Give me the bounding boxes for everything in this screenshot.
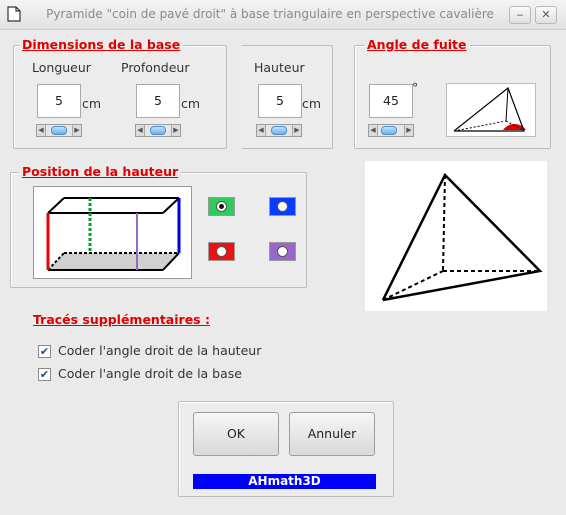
angle-slider[interactable]: ◀ ▶ [368,124,414,137]
angle-title: Angle de fuite [364,37,470,52]
minimize-button[interactable]: ‒ [509,6,531,24]
slider-left-arrow-icon[interactable]: ◀ [369,125,378,136]
window-title: Pyramide "coin de pavé droit" à base tri… [46,7,494,21]
longueur-input[interactable]: 5 [37,84,81,118]
slider-knob[interactable] [150,126,166,135]
close-button[interactable]: ✕ [535,6,557,24]
radio-indicator [277,246,288,257]
dimensions-title: Dimensions de la base [19,37,184,52]
hauteur-input[interactable]: 5 [258,84,302,118]
slider-right-arrow-icon[interactable]: ▶ [171,125,180,136]
radio-blue[interactable] [269,197,296,216]
document-icon [7,6,21,22]
slider-left-arrow-icon[interactable]: ◀ [37,125,46,136]
ok-button[interactable]: OK [193,412,279,456]
profondeur-slider[interactable]: ◀ ▶ [135,124,181,137]
profondeur-input[interactable]: 5 [136,84,180,118]
profondeur-unit: cm [181,96,201,111]
slider-right-arrow-icon[interactable]: ▶ [72,125,81,136]
checkbox-base[interactable]: ✔ [38,368,51,381]
radio-indicator [277,201,288,212]
slider-right-arrow-icon[interactable]: ▶ [404,125,413,136]
box-position-diagram [33,186,192,279]
traces-title: Tracés supplémentaires : [33,312,210,327]
cancel-button[interactable]: Annuler [289,412,375,456]
checkbox-hauteur[interactable]: ✔ [38,345,51,358]
hauteur-slider[interactable]: ◀ ▶ [256,124,302,137]
angle-unit: ° [412,80,419,95]
checkbox-hauteur-label[interactable]: Coder l'angle droit de la hauteur [58,343,261,358]
longueur-label: Longueur [32,60,91,75]
radio-purple[interactable] [269,242,296,261]
longueur-unit: cm [82,96,102,111]
radio-green[interactable] [208,197,235,216]
radio-red[interactable] [208,242,235,261]
hauteur-label: Hauteur [254,60,305,75]
position-title: Position de la hauteur [19,164,182,179]
title-bar: Pyramide "coin de pavé droit" à base tri… [0,0,566,30]
slider-right-arrow-icon[interactable]: ▶ [292,125,301,136]
slider-knob[interactable] [271,126,287,135]
slider-left-arrow-icon[interactable]: ◀ [257,125,266,136]
slider-knob[interactable] [381,126,397,135]
pyramid-preview [365,161,547,311]
brand-label: AHmath3D [193,474,376,489]
checkbox-base-label[interactable]: Coder l'angle droit de la base [58,366,242,381]
angle-input[interactable]: 45 [369,84,413,118]
slider-knob[interactable] [51,126,67,135]
profondeur-label: Profondeur [121,60,190,75]
hauteur-unit: cm [302,96,322,111]
slider-left-arrow-icon[interactable]: ◀ [136,125,145,136]
longueur-slider[interactable]: ◀ ▶ [36,124,82,137]
angle-preview-diagram [446,83,536,137]
radio-indicator [216,246,227,257]
radio-indicator [216,201,227,212]
